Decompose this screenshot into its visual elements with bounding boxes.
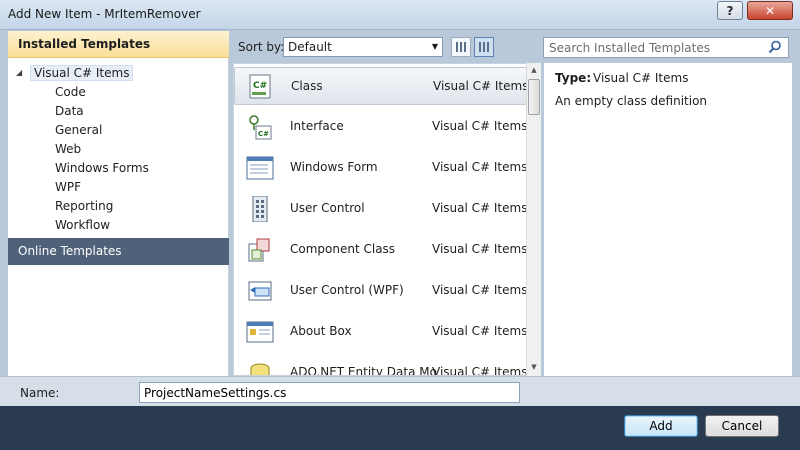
template-list-scrollbar[interactable]: ▲ ▼ [526, 63, 541, 376]
template-row-user-control-wpf[interactable]: User Control (WPF) Visual C# Items [234, 272, 527, 310]
about-box-icon [246, 321, 274, 343]
tree-root-label: Visual C# Items [30, 64, 134, 81]
collapse-triangle-icon[interactable]: ◢ [16, 68, 30, 77]
template-name: User Control (WPF) [290, 283, 404, 297]
interface-icon: C# [249, 115, 272, 140]
user-control-icon [252, 196, 268, 222]
template-name: Component Class [290, 242, 396, 256]
help-button[interactable]: ? [717, 1, 743, 20]
scroll-down-arrow-icon[interactable]: ▼ [527, 360, 541, 374]
tree-item-general[interactable]: General [55, 121, 102, 140]
template-row-entity-data-model[interactable]: ADO.NET Entity Data Mo Visual C# Items [234, 354, 528, 376]
details-view-icon [479, 42, 489, 52]
tree-item-data[interactable]: Data [55, 102, 84, 121]
class-icon: C# [249, 74, 271, 99]
title-bar: Add New Item - MrItemRemover ? ✕ [0, 0, 800, 30]
online-templates-label: Online Templates [18, 244, 122, 258]
installed-templates-label: Installed Templates [18, 37, 151, 51]
template-details-pane: Type: Visual C# Items An empty class def… [544, 63, 792, 376]
svg-text:C#: C# [253, 81, 267, 91]
template-type: Visual C# Items [432, 365, 528, 376]
template-type: Visual C# Items [432, 119, 528, 133]
online-templates-header[interactable]: Online Templates [8, 238, 229, 265]
template-name: User Control [290, 201, 365, 215]
cancel-button[interactable]: Cancel [705, 415, 779, 437]
template-type: Visual C# Items [432, 160, 528, 174]
template-name: ADO.NET Entity Data Mo [290, 365, 437, 376]
close-button[interactable]: ✕ [747, 1, 793, 20]
template-row-windows-form[interactable]: Windows Form Visual C# Items [234, 149, 527, 187]
name-row: Name: [0, 376, 800, 406]
entity-data-model-icon [250, 363, 270, 375]
component-class-icon [248, 238, 270, 262]
small-icons-view-icon [456, 42, 466, 52]
details-description: An empty class definition [555, 94, 708, 108]
template-row-component-class[interactable]: Component Class Visual C# Items [234, 231, 527, 269]
template-name: Interface [290, 119, 344, 133]
template-name: Class [291, 79, 323, 93]
sort-by-label: Sort by: [238, 40, 285, 54]
template-name: Windows Form [290, 160, 378, 174]
template-categories-pane: Installed Templates ◢ Visual C# Items Co… [8, 31, 229, 376]
windows-form-icon [246, 156, 274, 180]
tree-item-windows-forms[interactable]: Windows Forms [55, 159, 149, 178]
template-list: C# Class Visual C# Items C# Interface Vi… [233, 63, 541, 376]
search-box [543, 37, 789, 58]
sort-by-value: Default [288, 40, 332, 54]
details-type-label: Type: [555, 71, 592, 85]
name-input[interactable] [139, 382, 520, 403]
details-view-button[interactable] [474, 37, 494, 57]
template-row-interface[interactable]: C# Interface Visual C# Items [234, 108, 527, 146]
tree-root-visual-csharp-items[interactable]: ◢ Visual C# Items [16, 64, 134, 81]
name-label: Name: [20, 386, 60, 400]
details-type-value: Visual C# Items [593, 71, 689, 85]
template-row-user-control[interactable]: User Control Visual C# Items [234, 190, 527, 228]
small-icons-view-button[interactable] [451, 37, 471, 57]
help-icon: ? [726, 3, 734, 18]
sort-by-dropdown[interactable]: Default ▼ [283, 37, 443, 57]
template-type: Visual C# Items [432, 324, 528, 338]
search-icon[interactable] [768, 40, 782, 54]
installed-templates-header[interactable]: Installed Templates [8, 31, 229, 58]
search-input[interactable] [544, 38, 759, 57]
template-type: Visual C# Items [432, 283, 528, 297]
template-row-class[interactable]: C# Class Visual C# Items [234, 67, 529, 105]
template-row-about-box[interactable]: About Box Visual C# Items [234, 313, 527, 351]
scroll-thumb[interactable] [528, 79, 540, 115]
window-title: Add New Item - MrItemRemover [8, 7, 201, 21]
dropdown-arrow-icon: ▼ [431, 42, 438, 51]
tree-item-workflow[interactable]: Workflow [55, 216, 110, 235]
svg-text:C#: C# [258, 130, 269, 138]
template-type: Visual C# Items [432, 201, 528, 215]
template-name: About Box [290, 324, 352, 338]
tree-item-code[interactable]: Code [55, 83, 86, 102]
close-icon: ✕ [764, 3, 776, 18]
wpf-user-control-icon [248, 281, 272, 301]
add-button[interactable]: Add [624, 415, 698, 437]
template-type: Visual C# Items [433, 79, 529, 93]
scroll-up-arrow-icon[interactable]: ▲ [527, 63, 541, 77]
tree-item-wpf[interactable]: WPF [55, 178, 81, 197]
template-type: Visual C# Items [432, 242, 528, 256]
tree-item-web[interactable]: Web [55, 140, 81, 159]
tree-item-reporting[interactable]: Reporting [55, 197, 113, 216]
dialog-button-bar: Add Cancel [0, 406, 800, 450]
